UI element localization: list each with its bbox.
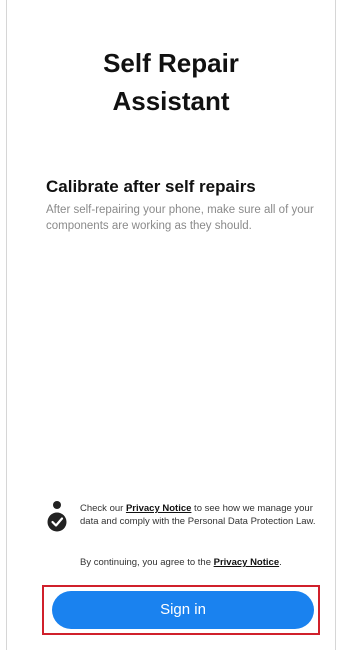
privacy-agree-link[interactable]: Privacy Notice — [214, 557, 279, 568]
privacy-notice-link[interactable]: Privacy Notice — [126, 503, 191, 514]
intro-description: After self-repairing your phone, make su… — [46, 204, 314, 232]
privacy-agree-text: By continuing, you agree to the Privacy … — [80, 556, 326, 569]
privacy-person-check-icon — [44, 500, 70, 536]
sign-in-button[interactable]: Sign in — [52, 591, 314, 629]
privacy-agree-after: . — [279, 557, 282, 568]
app-title-line-1: Self Repair — [103, 48, 239, 78]
intro-heading: Calibrate after self repairs — [46, 177, 256, 196]
privacy-text-before: Check our — [80, 503, 126, 514]
app-title-line-2: Assistant — [112, 86, 230, 116]
privacy-notice-text: Check our Privacy Notice to see how we m… — [80, 502, 326, 528]
privacy-agree-before: By continuing, you agree to the — [80, 557, 214, 568]
app-title: Self Repair Assistant — [6, 44, 336, 120]
